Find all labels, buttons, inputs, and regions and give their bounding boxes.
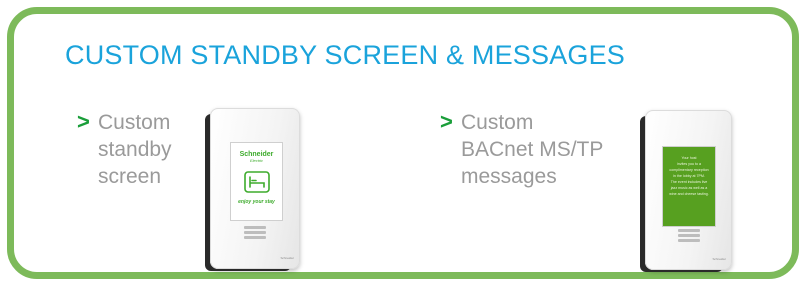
feature-bacnet-messages: > Custom BACnet MS/TP messages (440, 109, 604, 190)
feature-line: Custom (98, 111, 171, 134)
feature-line: Custom (461, 111, 534, 134)
vent-slot (244, 231, 266, 234)
vent-slot (677, 229, 700, 232)
thermostat-message-device: Your host invites you to a complimentary… (645, 110, 732, 270)
standby-screen: Schneider Electric enjoy your stay (230, 142, 283, 221)
thermostat-standby-device: Schneider Electric enjoy your stay Schne… (210, 108, 300, 269)
vent-slot (677, 239, 700, 242)
standby-caption: enjoy your stay (238, 199, 275, 205)
bacnet-message-text: Your host invites you to a complimentary… (669, 156, 709, 196)
feature-line: screen (98, 165, 162, 188)
feature-line: messages (461, 165, 557, 188)
device-brand: Schneider (280, 256, 294, 260)
vent-slot (244, 226, 266, 229)
feature-line: BACnet MS/TP (461, 138, 604, 161)
vent-slot (244, 236, 266, 239)
bed-icon (244, 171, 270, 193)
bullet-arrow-icon: > (440, 109, 453, 134)
page-title: CUSTOM STANDBY SCREEN & MESSAGES (65, 40, 626, 70)
schneider-logo-sub: Electric (249, 158, 264, 163)
device-brand: Schneider (712, 257, 726, 261)
bullet-arrow-icon: > (77, 109, 90, 134)
vent-slot (677, 234, 700, 237)
feature-line: standby (98, 138, 172, 161)
message-screen: Your host invites you to a complimentary… (662, 146, 716, 227)
schneider-logo: Schneider (239, 151, 274, 158)
feature-standby-screen: > Custom standby screen (77, 109, 172, 190)
content-frame: CUSTOM STANDBY SCREEN & MESSAGES > Custo… (7, 7, 799, 279)
